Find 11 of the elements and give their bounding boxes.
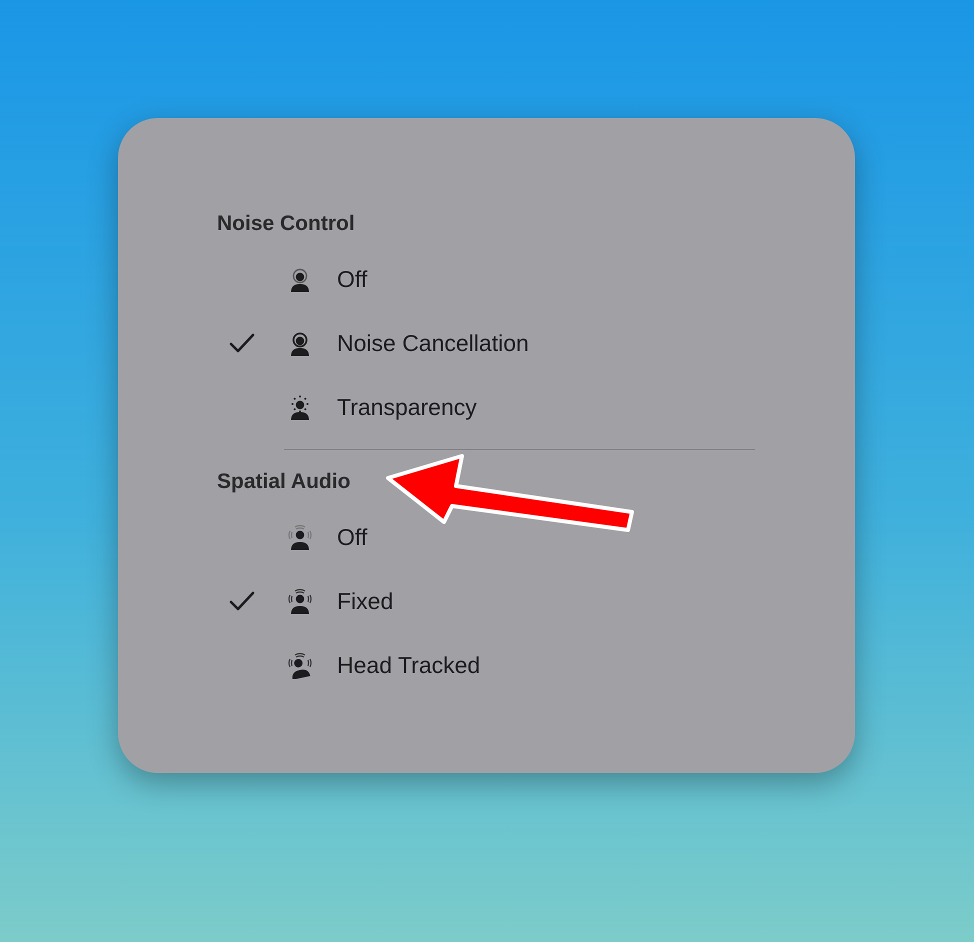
person-sound-waves-icon [286,587,314,615]
menu-item[interactable]: Fixed [217,569,697,633]
section-heading: Noise Control [217,213,355,235]
menu-item[interactable]: Head Tracked [217,633,697,697]
menu-item[interactable]: Noise Cancellation [217,311,697,375]
person-sound-waves-icon [286,651,314,679]
menu-item[interactable]: Off [217,505,697,569]
person-sound-waves-icon [286,523,314,551]
menu-item[interactable]: Transparency [217,375,697,439]
menu-item[interactable]: Off [217,247,697,311]
section-heading: Spatial Audio [217,471,350,493]
